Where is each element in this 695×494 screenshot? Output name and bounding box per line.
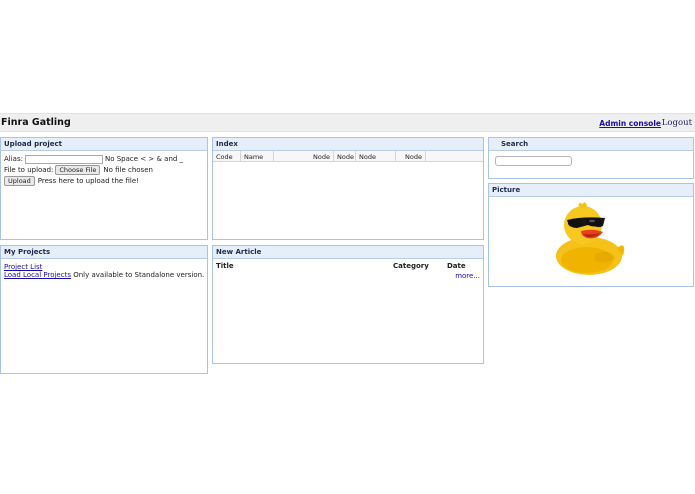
alias-input[interactable] [24,154,103,164]
search-input[interactable] [495,156,572,166]
search-panel: Search [488,137,694,179]
upload-button[interactable]: Upload [4,176,35,186]
rubber-duck-image [556,202,625,275]
column-header-code[interactable]: Code [213,151,241,161]
load-local-note: Only available to Standalone version. [73,271,205,279]
column-header-date: Date [447,262,466,270]
column-header-node[interactable]: Node [356,151,396,161]
panel-title: Upload project [1,138,207,151]
alias-hint: No Space < > & and _ [104,155,184,163]
upload-hint: Press here to upload the file! [37,177,139,185]
panel-title: New Article [213,246,483,259]
load-local-projects-link[interactable]: Load Local Projects [4,271,71,279]
column-header-title: Title [216,262,234,270]
panel-title: My Projects [1,246,207,259]
project-list-link[interactable]: Project List [4,263,42,271]
index-table-header: Code Name Node Node Node Node [213,151,483,162]
column-header-node[interactable]: Node [334,151,356,161]
column-header-node[interactable]: Node [396,151,426,161]
index-panel: Index Code Name Node Node Node Node [212,137,484,240]
picture-panel: Picture [488,183,694,287]
panel-title: Index [213,138,483,151]
column-header-category: Category [393,262,429,270]
more-link[interactable]: more... [455,272,480,280]
article-table-header: Title Category Date [216,261,480,271]
choose-file-button[interactable]: Choose File [55,165,101,175]
alias-label: Alias: [4,155,23,163]
file-status: No file chosen [103,166,153,174]
top-header: Finra Gatling Admin console Logout [0,113,695,132]
logout-link[interactable]: Logout [662,118,692,128]
column-header-name[interactable]: Name [241,151,274,161]
new-article-panel: New Article Title Category Date more... [212,245,484,364]
admin-console-link[interactable]: Admin console [599,119,661,128]
panel-title: Picture [489,184,693,197]
my-projects-panel: My Projects Project List Load Local Proj… [0,245,208,374]
app-title: Finra Gatling [1,117,71,128]
panel-title: Search [489,138,693,151]
column-header-node[interactable]: Node [274,151,334,161]
upload-project-panel: Upload project Alias: No Space < > & and… [0,137,208,240]
file-label: File to upload: [4,166,54,174]
